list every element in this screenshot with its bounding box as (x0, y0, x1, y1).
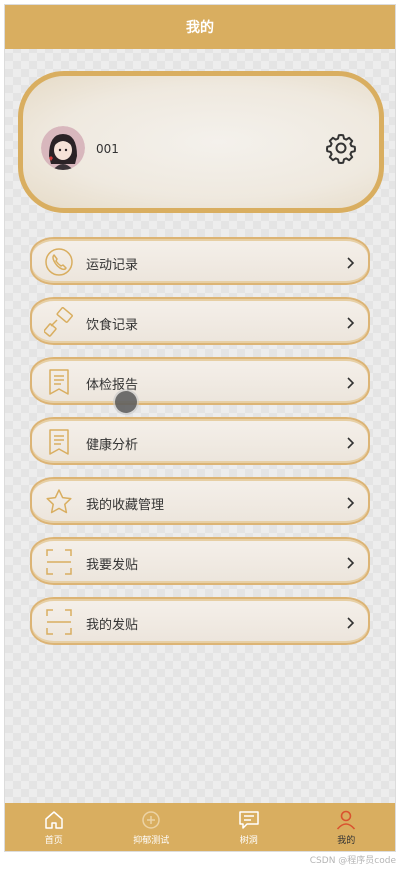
top-bar: 我的 (5, 5, 395, 49)
menu-item-diet-record[interactable]: 饮食记录 (30, 297, 370, 345)
tab-label: 抑郁测试 (133, 836, 170, 846)
menu-item-create-post[interactable]: 我要发贴 (30, 537, 370, 585)
phone-icon (44, 247, 74, 277)
menu-item-health-analysis[interactable]: 健康分析 (30, 417, 370, 465)
menu-item-label: 我要发贴 (86, 558, 139, 573)
touch-indicator (115, 391, 137, 413)
menu-item-label: 饮食记录 (86, 318, 139, 333)
chevron-right-icon (344, 615, 356, 629)
paint-roller-icon (43, 306, 74, 337)
user-icon (337, 810, 356, 830)
tab-depression-test[interactable]: 抑郁测试 (103, 803, 201, 851)
page-title: 我的 (186, 20, 214, 36)
scan-icon (44, 547, 74, 577)
home-icon (45, 811, 63, 829)
chevron-right-icon (344, 555, 356, 569)
document-icon (44, 367, 74, 397)
test-icon (142, 811, 160, 829)
avatar[interactable] (41, 126, 85, 170)
menu-item-checkup-report[interactable]: 体检报告 (30, 357, 370, 405)
watermark: CSDN @程序员code (309, 856, 396, 866)
document-icon (44, 427, 74, 457)
menu-item-label: 我的发贴 (86, 618, 139, 633)
chevron-right-icon (344, 255, 356, 269)
app-screen: 我的 001 运动记录 饮食记录 体检报告 健康分析 我的收藏管理 我要发贴 我… (4, 4, 396, 852)
bottom-tab-bar: 首页 抑郁测试 树洞 我的 (5, 803, 395, 851)
gear-icon[interactable] (325, 132, 357, 164)
menu-item-label: 健康分析 (86, 438, 139, 453)
menu-item-sport-record[interactable]: 运动记录 (30, 237, 370, 285)
star-icon (44, 487, 74, 517)
tab-home[interactable]: 首页 (5, 803, 103, 851)
tab-label: 树洞 (239, 836, 258, 846)
menu-item-my-posts[interactable]: 我的发贴 (30, 597, 370, 645)
menu-item-favorites[interactable]: 我的收藏管理 (30, 477, 370, 525)
chevron-right-icon (344, 435, 356, 449)
menu-item-label: 运动记录 (86, 258, 139, 273)
tab-mine[interactable]: 我的 (298, 803, 396, 851)
menu-item-label: 体检报告 (86, 378, 139, 393)
scan-icon (44, 607, 74, 637)
chevron-right-icon (344, 495, 356, 509)
tab-label: 首页 (44, 836, 63, 846)
profile-card: 001 (18, 71, 384, 213)
message-icon (239, 811, 259, 829)
tab-tree-hole[interactable]: 树洞 (200, 803, 298, 851)
username: 001 (96, 142, 119, 156)
chevron-right-icon (344, 375, 356, 389)
menu-list: 运动记录 饮食记录 体检报告 健康分析 我的收藏管理 我要发贴 我的发贴 (30, 237, 370, 657)
menu-item-label: 我的收藏管理 (86, 498, 165, 513)
tab-label: 我的 (337, 836, 356, 846)
chevron-right-icon (344, 315, 356, 329)
